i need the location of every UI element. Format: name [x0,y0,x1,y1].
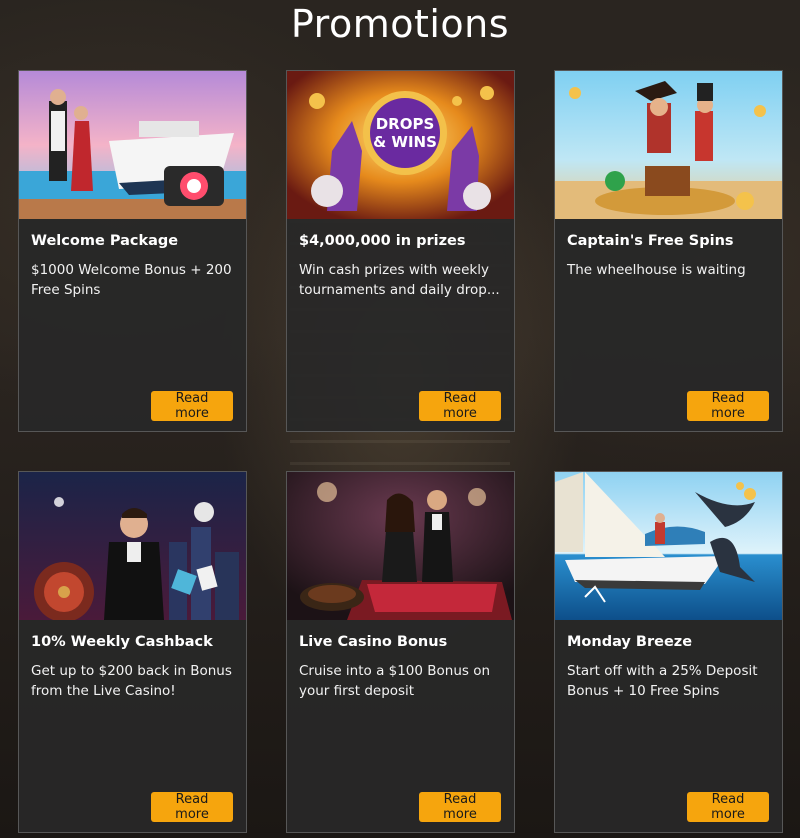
pirate-captain-treasure-image [555,71,782,219]
promo-description: Cruise into a $100 Bonus on your first d… [299,663,491,699]
live-casino-roulette-image [287,472,514,620]
drops-wins-logo-line2: & WINS [373,133,437,151]
promo-description: Start off with a 25% Deposit Bonus + 10 … [567,663,758,699]
sailboat-whale-image [555,472,782,620]
read-more-button[interactable]: Read more [151,792,233,822]
promo-description: Win cash prizes with weekly tournaments … [299,262,500,298]
promo-title: Monday Breeze [567,634,693,650]
drops-wins-logo-line1: DROPS [376,115,435,133]
promo-title: Captain's Free Spins [567,233,734,249]
cruise-ship-couple-image [19,71,246,219]
promo-title: $4,000,000 in prizes [299,233,466,249]
read-more-button[interactable]: Read more [687,391,769,421]
promo-card-weekly-cashback[interactable]: 10% Weekly Cashback Get up to $200 back … [18,471,247,833]
promo-card-drops-wins[interactable]: DROPS & WINS $4,000,000 in prizes Win ca… [286,70,515,432]
read-more-button[interactable]: Read more [687,792,769,822]
promo-title: 10% Weekly Cashback [31,634,213,650]
read-more-button[interactable]: Read more [419,792,501,822]
promo-title: Live Casino Bonus [299,634,448,650]
read-more-button[interactable]: Read more [419,391,501,421]
promo-card-live-casino-bonus[interactable]: Live Casino Bonus Cruise into a $100 Bon… [286,471,515,833]
promo-description: $1000 Welcome Bonus + 200 Free Spins [31,262,232,298]
promotions-grid: Welcome Package $1000 Welcome Bonus + 20… [0,0,800,838]
promo-card-welcome-package[interactable]: Welcome Package $1000 Welcome Bonus + 20… [18,70,247,432]
read-more-button[interactable]: Read more [151,391,233,421]
drops-and-wins-image: DROPS & WINS [287,71,514,219]
promo-description: Get up to $200 back in Bonus from the Li… [31,663,232,699]
promo-description: The wheelhouse is waiting [567,262,746,278]
promo-card-monday-breeze[interactable]: Monday Breeze Start off with a 25% Depos… [554,471,783,833]
casino-man-tuxedo-image [19,472,246,620]
promo-title: Welcome Package [31,233,179,249]
promo-card-captains-free-spins[interactable]: Captain's Free Spins The wheelhouse is w… [554,70,783,432]
